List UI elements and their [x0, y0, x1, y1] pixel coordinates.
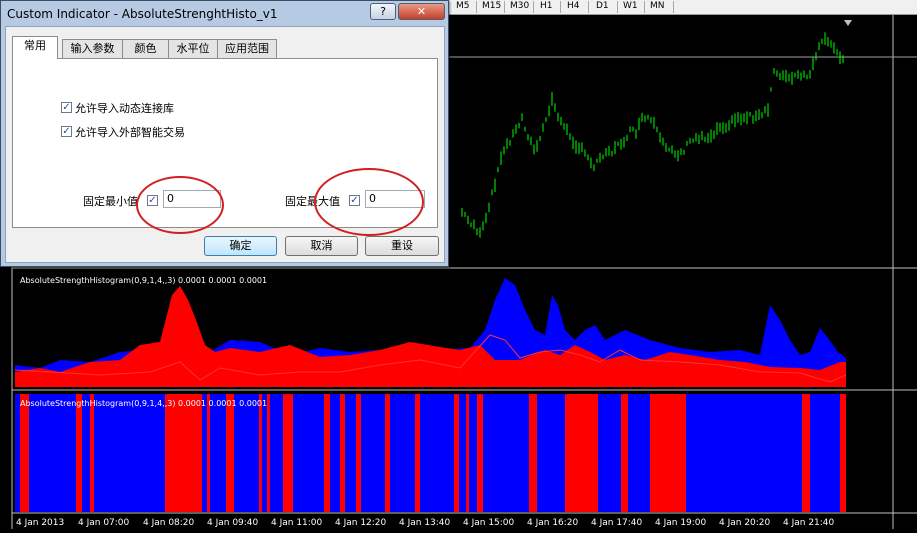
fixed-max-checkbox[interactable]: ✓ — [349, 195, 360, 206]
fixed-max-input[interactable]: 0 — [365, 190, 425, 208]
reset-button[interactable]: 重设 — [365, 236, 439, 256]
help-button[interactable]: ? — [370, 3, 396, 20]
ok-button[interactable]: 确定 — [204, 236, 277, 256]
time-label: 4 Jan 19:00 — [655, 518, 707, 528]
timeframe-m30[interactable]: M30 — [510, 0, 529, 14]
price-candles — [461, 32, 844, 238]
fixed-min-checkbox[interactable]: ✓ — [147, 195, 158, 206]
indicator2-red-bar — [267, 394, 270, 512]
indicator1-red-histogram — [15, 286, 846, 387]
indicator2-red-bar — [259, 394, 262, 512]
tab-levels[interactable]: 水平位 — [168, 39, 218, 58]
timeframe-m15[interactable]: M15 — [482, 0, 501, 14]
time-label: 4 Jan 17:40 — [591, 518, 643, 528]
allow-dll-checkbox[interactable]: ✓ — [61, 102, 72, 113]
fixed-min-label: 固定最小值 — [83, 195, 138, 208]
indicator2-red-bar — [415, 394, 420, 512]
toolbar-separator — [673, 1, 674, 13]
tab-common[interactable]: 常用 — [12, 36, 58, 59]
indicator2-red-bar — [477, 394, 483, 512]
indicator2-red-bar — [165, 394, 202, 512]
timeframe-h1[interactable]: H1 — [540, 0, 553, 14]
toolbar-separator — [617, 1, 618, 13]
timeframe-mn[interactable]: MN — [650, 0, 665, 14]
timeframe-h4[interactable]: H4 — [567, 0, 580, 14]
time-label: 4 Jan 2013 — [16, 518, 64, 528]
indicator2-red-bar — [454, 394, 459, 512]
timeframe-m5[interactable]: M5 — [456, 0, 470, 14]
indicator2-red-bar — [802, 394, 810, 512]
cancel-button[interactable]: 取消 — [285, 236, 358, 256]
indicator2-red-bar — [529, 394, 537, 512]
fixed-min-input[interactable]: 0 — [163, 190, 221, 208]
time-label: 4 Jan 07:00 — [78, 518, 130, 528]
time-label: 4 Jan 20:20 — [719, 518, 771, 528]
indicator2-red-bar — [466, 394, 469, 512]
dialog-body: 常用 输入参数 颜色 水平位 应用范围 ✓ 允许导入动态连接库 ✓ 允许导入外部… — [5, 26, 445, 263]
indicator2-red-bar — [356, 394, 361, 512]
time-label: 4 Jan 11:00 — [271, 518, 323, 528]
timeframe-d1[interactable]: D1 — [596, 0, 609, 14]
toolbar-separator — [560, 1, 561, 13]
indicator2-red-bar — [840, 394, 846, 512]
time-axis: 4 Jan 2013 4 Jan 07:00 4 Jan 08:20 4 Jan… — [16, 518, 835, 528]
allow-experts-checkbox[interactable]: ✓ — [61, 126, 72, 137]
indicator2-red-bar — [650, 394, 686, 512]
timeframe-w1[interactable]: W1 — [623, 0, 638, 14]
time-label: 4 Jan 16:20 — [527, 518, 579, 528]
time-label: 4 Jan 21:40 — [783, 518, 835, 528]
dialog-title: Custom Indicator - AbsoluteStrenghtHisto… — [7, 7, 278, 21]
toolbar-separator — [533, 1, 534, 13]
allow-dll-label: 允许导入动态连接库 — [75, 102, 174, 115]
indicator2-red-bar — [385, 394, 390, 512]
indicator2-red-bar — [621, 394, 628, 512]
custom-indicator-dialog: Custom Indicator - AbsoluteStrenghtHisto… — [0, 0, 449, 267]
indicator2-red-bar — [226, 394, 234, 512]
tab-inputs[interactable]: 输入参数 — [62, 39, 123, 58]
indicator2-label: AbsoluteStrengthHistogram(0,9,1,4,,3) 0.… — [20, 399, 267, 408]
toolbar-separator — [644, 1, 645, 13]
toolbar-separator — [504, 1, 505, 13]
indicator2-red-bar — [20, 394, 29, 512]
fixed-max-label: 固定最大值 — [285, 195, 340, 208]
close-button[interactable]: ✕ — [398, 3, 445, 20]
toolbar-separator — [588, 1, 589, 13]
indicator2-red-bar — [283, 394, 293, 512]
time-label: 4 Jan 12:20 — [335, 518, 387, 528]
time-label: 4 Jan 13:40 — [399, 518, 451, 528]
time-label: 4 Jan 08:20 — [143, 518, 195, 528]
time-label: 4 Jan 09:40 — [207, 518, 259, 528]
chart-shift-marker-icon[interactable] — [844, 20, 852, 26]
indicator1-label: AbsoluteStrengthHistogram(0,9,1,4,,3) 0.… — [20, 276, 267, 285]
indicator2-red-bar — [340, 394, 345, 512]
tab-panel-common: ✓ 允许导入动态连接库 ✓ 允许导入外部智能交易 固定最小值 ✓ 0 固定最大值… — [12, 58, 438, 228]
indicator2-red-bar — [90, 394, 94, 512]
indicator2-red-bar — [207, 394, 210, 512]
toolbar-separator — [476, 1, 477, 13]
time-label: 4 Jan 15:00 — [463, 518, 515, 528]
indicator2-red-bar — [76, 394, 82, 512]
indicator2-red-bar — [324, 394, 330, 512]
indicator2-red-bar — [565, 394, 598, 512]
tab-colors[interactable]: 颜色 — [122, 39, 169, 58]
tab-visualization[interactable]: 应用范围 — [217, 39, 277, 58]
indicator2-blue-bars — [15, 394, 846, 512]
allow-experts-label: 允许导入外部智能交易 — [75, 126, 185, 139]
